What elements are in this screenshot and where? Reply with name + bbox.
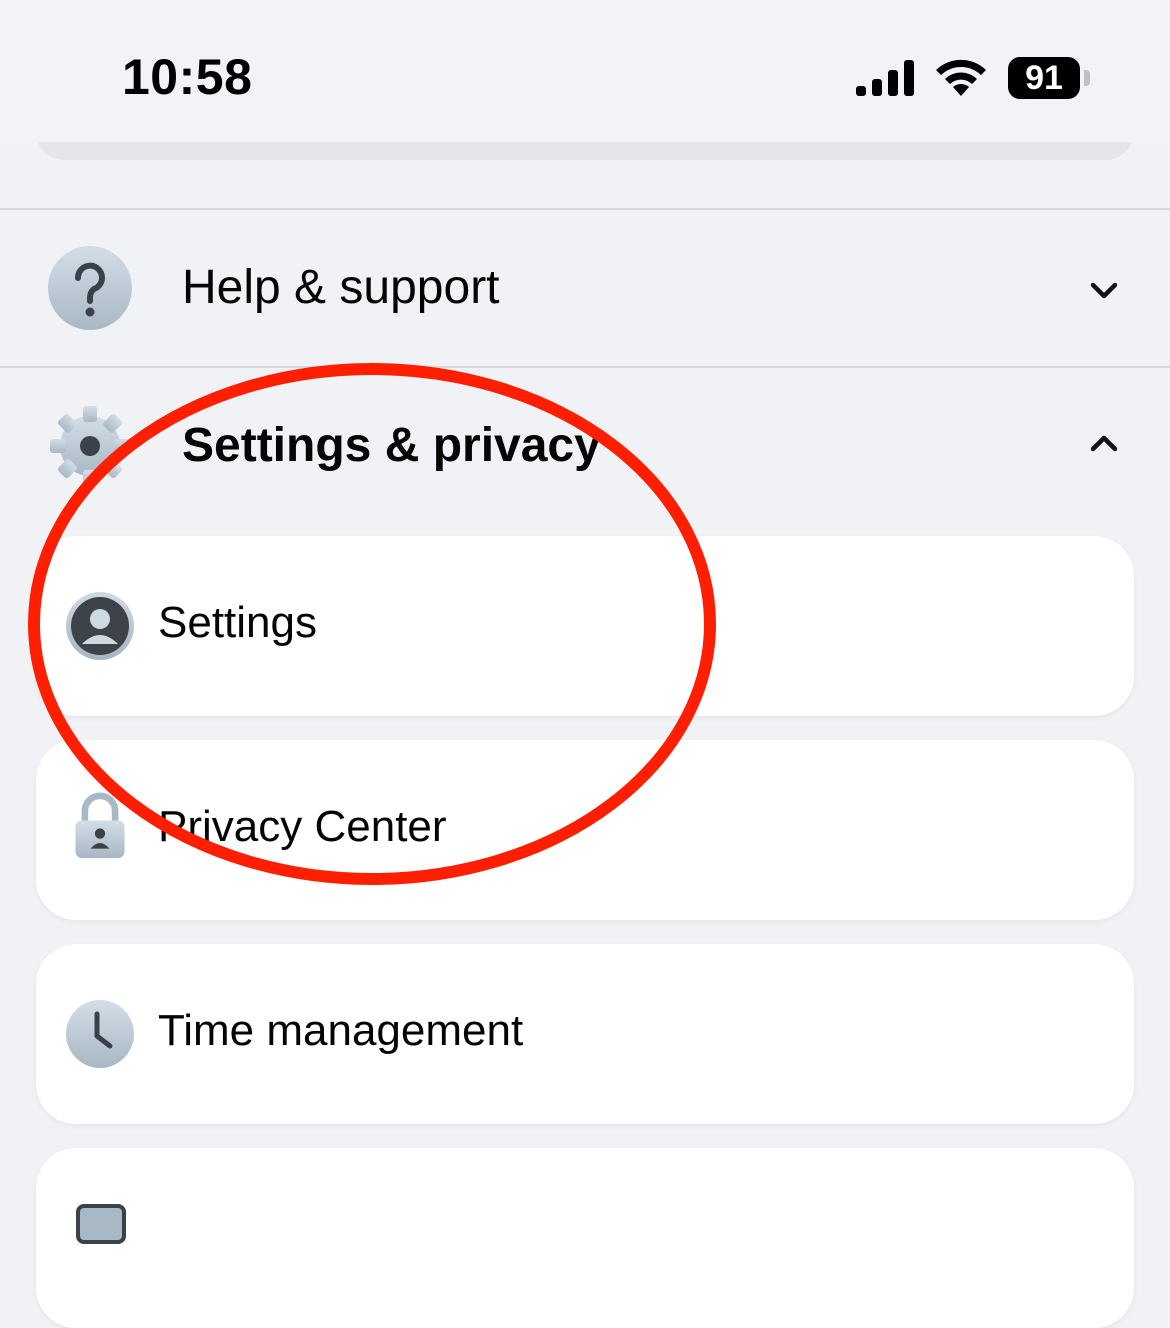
lock-icon xyxy=(75,792,125,859)
divider xyxy=(0,208,1170,210)
account-icon xyxy=(66,592,134,660)
settings-privacy-label: Settings & privacy xyxy=(182,419,601,472)
help-support-label: Help & support xyxy=(182,261,500,314)
clock-icon xyxy=(66,1000,134,1068)
time-management-label: Time management xyxy=(158,1006,524,1055)
battery-indicator: 91 xyxy=(1008,57,1080,99)
wifi-icon xyxy=(936,59,986,96)
partial-menu-item[interactable] xyxy=(36,1148,1134,1328)
privacy-center-menu-item[interactable]: Privacy Center xyxy=(36,740,1134,920)
chevron-down-icon[interactable] xyxy=(1084,270,1124,310)
time-management-menu-item[interactable]: Time management xyxy=(36,944,1134,1124)
device-icon xyxy=(76,1204,126,1244)
gear-icon xyxy=(50,406,130,486)
help-support-row[interactable]: Help & support xyxy=(0,214,1170,364)
settings-privacy-row[interactable]: Settings & privacy xyxy=(0,370,1170,520)
settings-label: Settings xyxy=(158,598,317,647)
divider xyxy=(0,366,1170,368)
status-bar: 10:58 91 xyxy=(0,0,1170,142)
settings-menu-item[interactable]: Settings xyxy=(36,536,1134,716)
chevron-up-icon[interactable] xyxy=(1084,424,1124,464)
cellular-signal-icon xyxy=(856,60,914,96)
battery-tip xyxy=(1084,70,1090,86)
privacy-center-label: Privacy Center xyxy=(158,802,447,851)
question-icon xyxy=(48,246,132,330)
status-time: 10:58 xyxy=(122,49,253,105)
